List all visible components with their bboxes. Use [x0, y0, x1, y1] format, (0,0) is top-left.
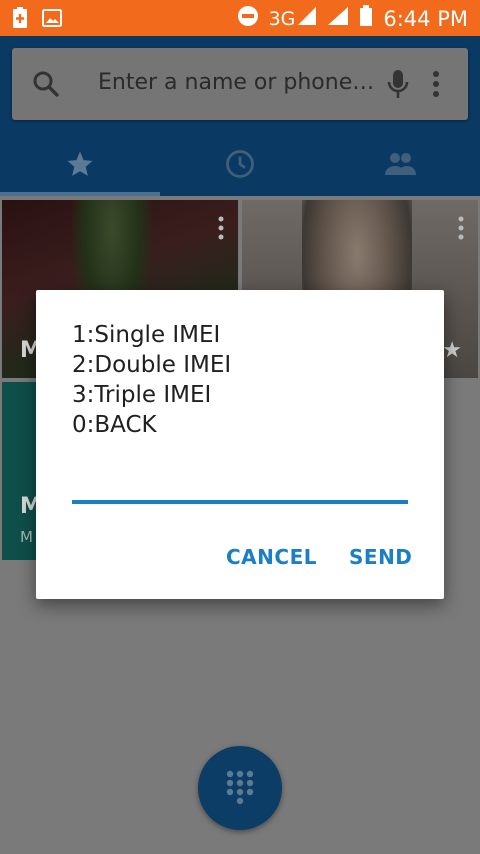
search-box[interactable]: Enter a name or phone… — [12, 48, 468, 120]
dialpad-button[interactable] — [198, 746, 282, 830]
clock-icon — [225, 149, 255, 183]
tab-indicator — [0, 192, 160, 196]
more-options-icon[interactable] — [458, 216, 464, 244]
do-not-disturb-icon — [237, 5, 259, 32]
star-icon — [65, 149, 95, 183]
imei-dialog: 1:Single IMEI 2:Double IMEI 3:Triple IME… — [36, 290, 444, 599]
contact-label: M — [20, 528, 33, 546]
dialog-line: 3:Triple IMEI — [72, 382, 212, 408]
battery-icon — [359, 5, 373, 32]
search-icon[interactable] — [32, 70, 60, 102]
tab-favorites[interactable] — [0, 136, 160, 196]
cancel-button[interactable]: CANCEL — [226, 545, 317, 569]
tab-recents[interactable] — [160, 136, 320, 196]
signal-icon-2 — [327, 6, 349, 31]
send-button[interactable]: SEND — [349, 545, 412, 569]
tab-bar — [0, 136, 480, 196]
more-options-icon[interactable] — [218, 216, 224, 244]
dialog-line: 2:Double IMEI — [72, 352, 232, 378]
star-icon: ★ — [442, 338, 462, 363]
overflow-menu-icon[interactable] — [432, 70, 440, 102]
image-notification-icon — [42, 9, 62, 31]
dialog-line: 0:BACK — [72, 412, 157, 438]
signal-icon — [297, 6, 317, 31]
dialpad-icon — [225, 769, 255, 811]
dialog-input[interactable] — [72, 466, 408, 496]
clock: 6:44 PM — [383, 6, 468, 31]
search-input[interactable]: Enter a name or phone… — [98, 70, 374, 95]
app-bar: Enter a name or phone… — [0, 36, 480, 196]
people-icon — [383, 151, 417, 181]
status-bar: 3G 6:44 PM — [0, 0, 480, 36]
dialog-line: 1:Single IMEI — [72, 322, 221, 348]
mic-icon[interactable] — [386, 68, 410, 104]
input-underline — [72, 500, 408, 504]
network-type: 3G — [268, 7, 296, 30]
tab-contacts[interactable] — [320, 136, 480, 196]
battery-saver-icon — [12, 7, 28, 33]
